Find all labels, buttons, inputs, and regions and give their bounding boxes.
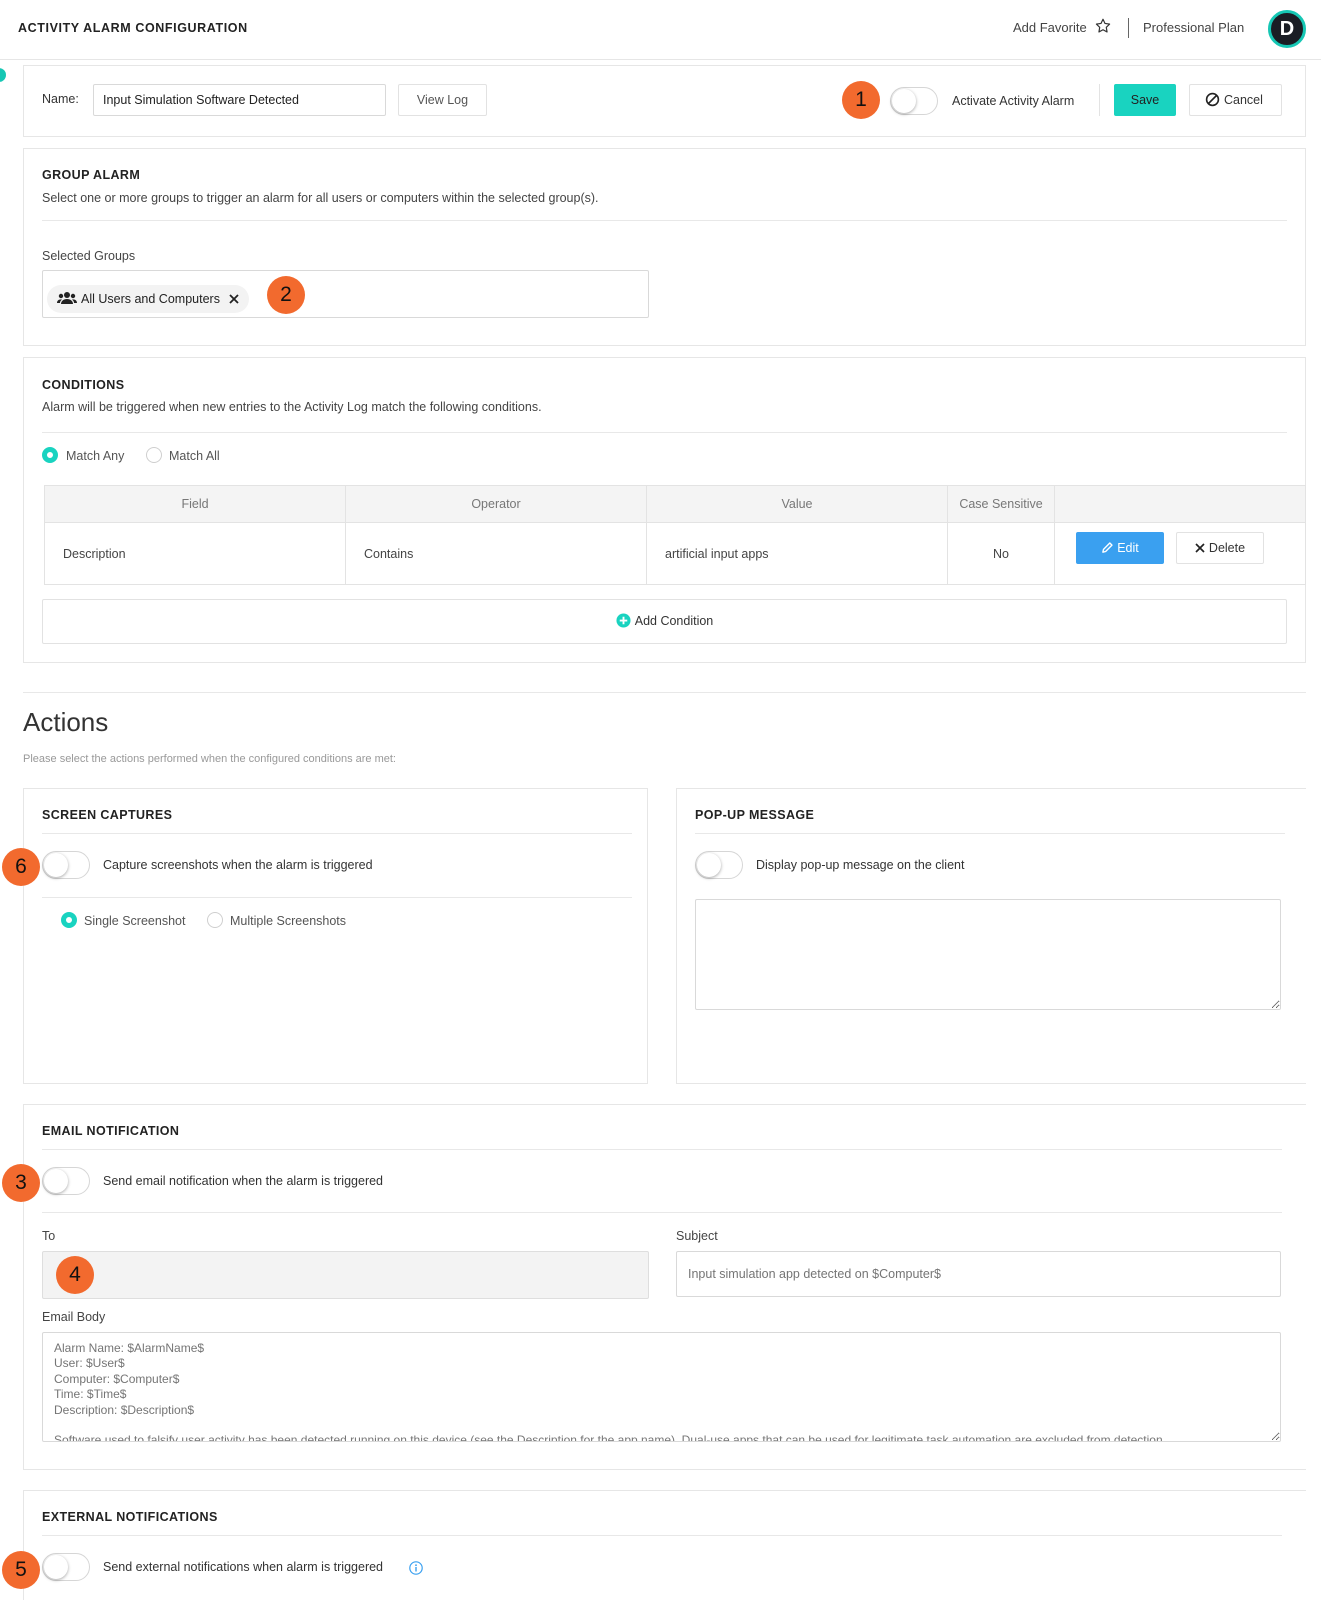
divider xyxy=(23,692,1306,693)
ban-icon xyxy=(1205,92,1220,107)
avatar[interactable]: D xyxy=(1268,10,1306,48)
email-notification-toggle[interactable] xyxy=(42,1167,90,1195)
star-icon[interactable] xyxy=(1094,17,1112,35)
group-chip: All Users and Computers xyxy=(47,285,250,313)
name-input[interactable]: Input Simulation Software Detected xyxy=(93,84,386,116)
info-icon[interactable] xyxy=(409,1561,423,1575)
edit-label: Edit xyxy=(1117,541,1139,555)
cell-operator: Contains xyxy=(345,522,647,585)
save-button[interactable]: Save xyxy=(1114,84,1176,116)
divider xyxy=(42,220,1287,221)
email-notification-toggle-label: Send email notification when the alarm i… xyxy=(103,1174,384,1188)
subject-label: Subject xyxy=(676,1229,718,1243)
to-label: To xyxy=(42,1229,56,1243)
activate-alarm-toggle[interactable] xyxy=(890,87,938,115)
single-screenshot-label: Single Screenshot xyxy=(84,914,186,928)
popup-message-textarea[interactable] xyxy=(695,899,1281,1010)
callout-badge-2: 2 xyxy=(267,276,305,314)
view-log-button[interactable]: View Log xyxy=(398,84,487,116)
external-notifications-panel xyxy=(23,1490,1306,1600)
multiple-screenshots-radio[interactable] xyxy=(207,912,223,928)
plan-label[interactable]: Professional Plan xyxy=(1143,20,1244,35)
screen-captures-title: SCREEN CAPTURES xyxy=(42,808,173,822)
users-icon xyxy=(57,292,77,304)
cell-value: artificial input apps xyxy=(646,522,948,585)
selected-groups-label: Selected Groups xyxy=(42,249,136,263)
callout-badge-6: 6 xyxy=(2,848,40,886)
name-label: Name: xyxy=(42,92,79,106)
delete-label: Delete xyxy=(1208,541,1246,555)
callout-badge-1: 1 xyxy=(842,81,880,119)
screenshots-toggle[interactable] xyxy=(42,851,90,879)
cell-field: Description xyxy=(44,522,346,585)
pencil-icon xyxy=(1102,542,1113,553)
divider xyxy=(1128,18,1129,38)
screenshots-toggle-label: Capture screenshots when the alarm is tr… xyxy=(103,858,373,872)
cell-case-sensitive: No xyxy=(947,522,1055,585)
add-favorite-link[interactable]: Add Favorite xyxy=(1013,20,1087,35)
conditions-description: Alarm will be triggered when new entries… xyxy=(42,400,542,414)
match-all-radio[interactable] xyxy=(146,447,162,463)
add-condition-label: Add Condition xyxy=(634,614,714,628)
actions-description: Please select the actions performed when… xyxy=(23,753,396,765)
close-icon[interactable] xyxy=(229,294,240,304)
plus-circle-icon xyxy=(616,613,631,628)
to-input[interactable] xyxy=(42,1251,649,1299)
activate-alarm-label: Activate Activity Alarm xyxy=(952,94,1075,108)
popup-message-title: POP-UP MESSAGE xyxy=(695,808,815,822)
match-any-label: Match Any xyxy=(66,449,125,463)
popup-message-toggle[interactable] xyxy=(695,851,743,879)
callout-badge-3: 3 xyxy=(2,1164,40,1202)
email-body-label: Email Body xyxy=(42,1310,106,1324)
column-header-operator: Operator xyxy=(345,485,647,523)
column-header-field: Field xyxy=(44,485,346,523)
match-all-label: Match All xyxy=(169,449,220,463)
multiple-screenshots-label: Multiple Screenshots xyxy=(230,914,347,928)
group-alarm-description: Select one or more groups to trigger an … xyxy=(42,191,599,205)
cancel-label: Cancel xyxy=(1224,93,1263,107)
divider xyxy=(42,897,632,898)
external-notifications-title: EXTERNAL NOTIFICATIONS xyxy=(42,1510,218,1524)
divider xyxy=(42,1535,1282,1536)
match-any-radio[interactable] xyxy=(42,447,58,463)
callout-badge-5: 5 xyxy=(2,1551,40,1589)
add-condition-button[interactable]: Add Condition xyxy=(42,599,1287,644)
page-title: ACTIVITY ALARM CONFIGURATION xyxy=(18,21,248,35)
callout-badge-4: 4 xyxy=(56,1256,94,1294)
column-header-value: Value xyxy=(646,485,948,523)
external-notifications-toggle[interactable] xyxy=(42,1553,90,1581)
divider xyxy=(42,1149,1282,1150)
email-notification-title: EMAIL NOTIFICATION xyxy=(42,1124,180,1138)
cancel-button[interactable]: Cancel xyxy=(1189,84,1282,116)
single-screenshot-radio[interactable] xyxy=(61,912,77,928)
conditions-title: CONDITIONS xyxy=(42,378,125,392)
group-chip-label: All Users and Computers xyxy=(81,292,220,306)
close-icon xyxy=(1195,543,1205,553)
column-header-actions xyxy=(1054,485,1306,523)
subject-input[interactable] xyxy=(676,1251,1281,1297)
edit-button[interactable]: Edit xyxy=(1076,532,1164,564)
external-notifications-toggle-label: Send external notifications when alarm i… xyxy=(103,1560,384,1574)
divider xyxy=(695,833,1285,834)
divider xyxy=(42,833,632,834)
delete-button[interactable]: Delete xyxy=(1176,532,1264,564)
popup-message-toggle-label: Display pop-up message on the client xyxy=(756,858,965,872)
sidebar-toggle-icon[interactable] xyxy=(0,68,6,82)
divider xyxy=(42,1212,1282,1213)
divider xyxy=(1099,84,1100,116)
top-bar: ACTIVITY ALARM CONFIGURATION Add Favorit… xyxy=(0,0,1321,60)
column-header-case-sensitive: Case Sensitive xyxy=(947,485,1055,523)
actions-heading: Actions xyxy=(23,707,109,737)
divider xyxy=(42,432,1287,433)
email-body-textarea[interactable] xyxy=(42,1332,1281,1442)
table-header-row: Field Operator Value Case Sensitive xyxy=(44,485,1306,523)
group-alarm-title: GROUP ALARM xyxy=(42,168,141,182)
